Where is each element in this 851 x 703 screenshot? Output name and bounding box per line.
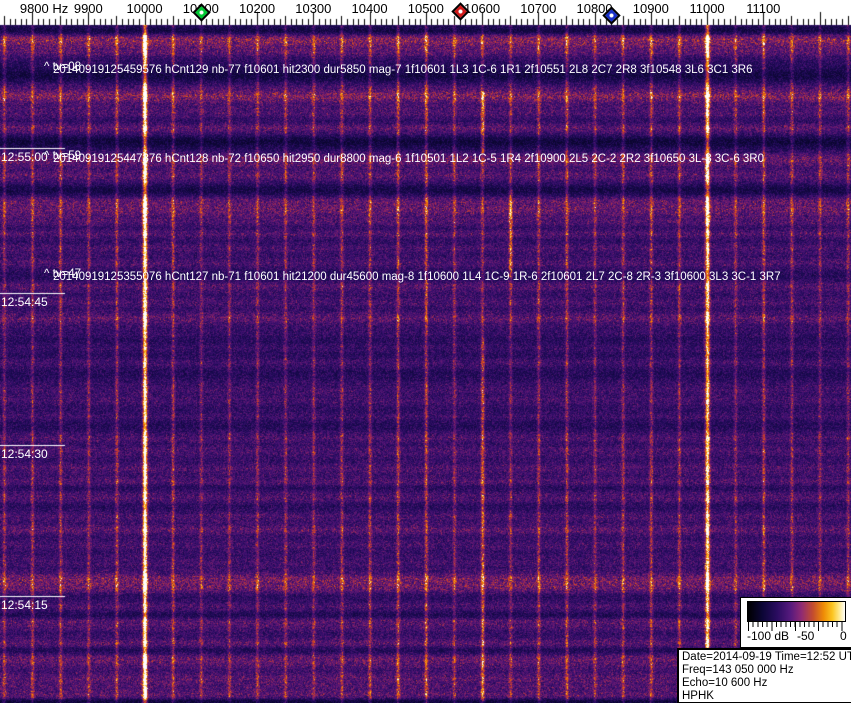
- freq-tick-label-10300: 10300: [295, 1, 332, 16]
- info-station-code: HPHK: [682, 690, 714, 702]
- info-receiver-frequency: Freq=143 050 000 Hz: [682, 664, 794, 676]
- time-tick-label: 12:54:15: [1, 598, 48, 612]
- freq-tick-label-9900: 9900: [73, 1, 103, 16]
- event-log-line-1: 20140919125447376 hCnt128 nb-72 f10650 h…: [53, 153, 765, 165]
- info-date-time: Date=2014-09-19 Time=12:52 UTC: [682, 651, 851, 663]
- db-scale-label-mid: -50: [797, 629, 815, 643]
- freq-tick-label-10000: 10000: [126, 1, 163, 16]
- event-log-line-0: 20140919125459576 hCnt129 nb-77 f10601 h…: [53, 64, 753, 76]
- status-info-box: Date=2014-09-19 Time=12:52 UTC Freq=143 …: [677, 648, 851, 703]
- freq-tick-label-10400: 10400: [351, 1, 388, 16]
- time-tick-label: 12:55:00: [1, 150, 48, 164]
- time-tick-label: 12:54:30: [1, 447, 48, 461]
- freq-tick-label-9800: 9800 Hz: [19, 1, 69, 16]
- db-color-scale: -100 dB -50 0: [740, 597, 851, 648]
- freq-tick-label-10600: 10600: [463, 1, 501, 16]
- db-scale-label-min: -100 dB: [747, 629, 790, 643]
- freq-tick-label-10900: 10900: [632, 1, 669, 16]
- event-log-line-2: 20140919125355076 hCnt127 nb-71 f10601 h…: [53, 271, 781, 283]
- color-gradient-bar: [747, 601, 846, 622]
- db-scale-label-max: 0: [840, 629, 847, 643]
- freq-tick-label-10500: 10500: [407, 1, 444, 16]
- freq-tick-label-11000: 11000: [689, 1, 725, 16]
- time-tick-label: 12:54:45: [1, 295, 48, 309]
- info-echo-frequency: Echo=10 600 Hz: [682, 677, 768, 689]
- waterfall-spectrogram-canvas: [0, 0, 851, 703]
- freq-tick-label-11100: 11100: [746, 1, 781, 16]
- freq-tick-label-10700: 10700: [520, 1, 557, 16]
- freq-tick-label-10200: 10200: [238, 1, 276, 16]
- spectrogram-app-window: 9800 Hz990010000101001020010300104001050…: [0, 0, 851, 703]
